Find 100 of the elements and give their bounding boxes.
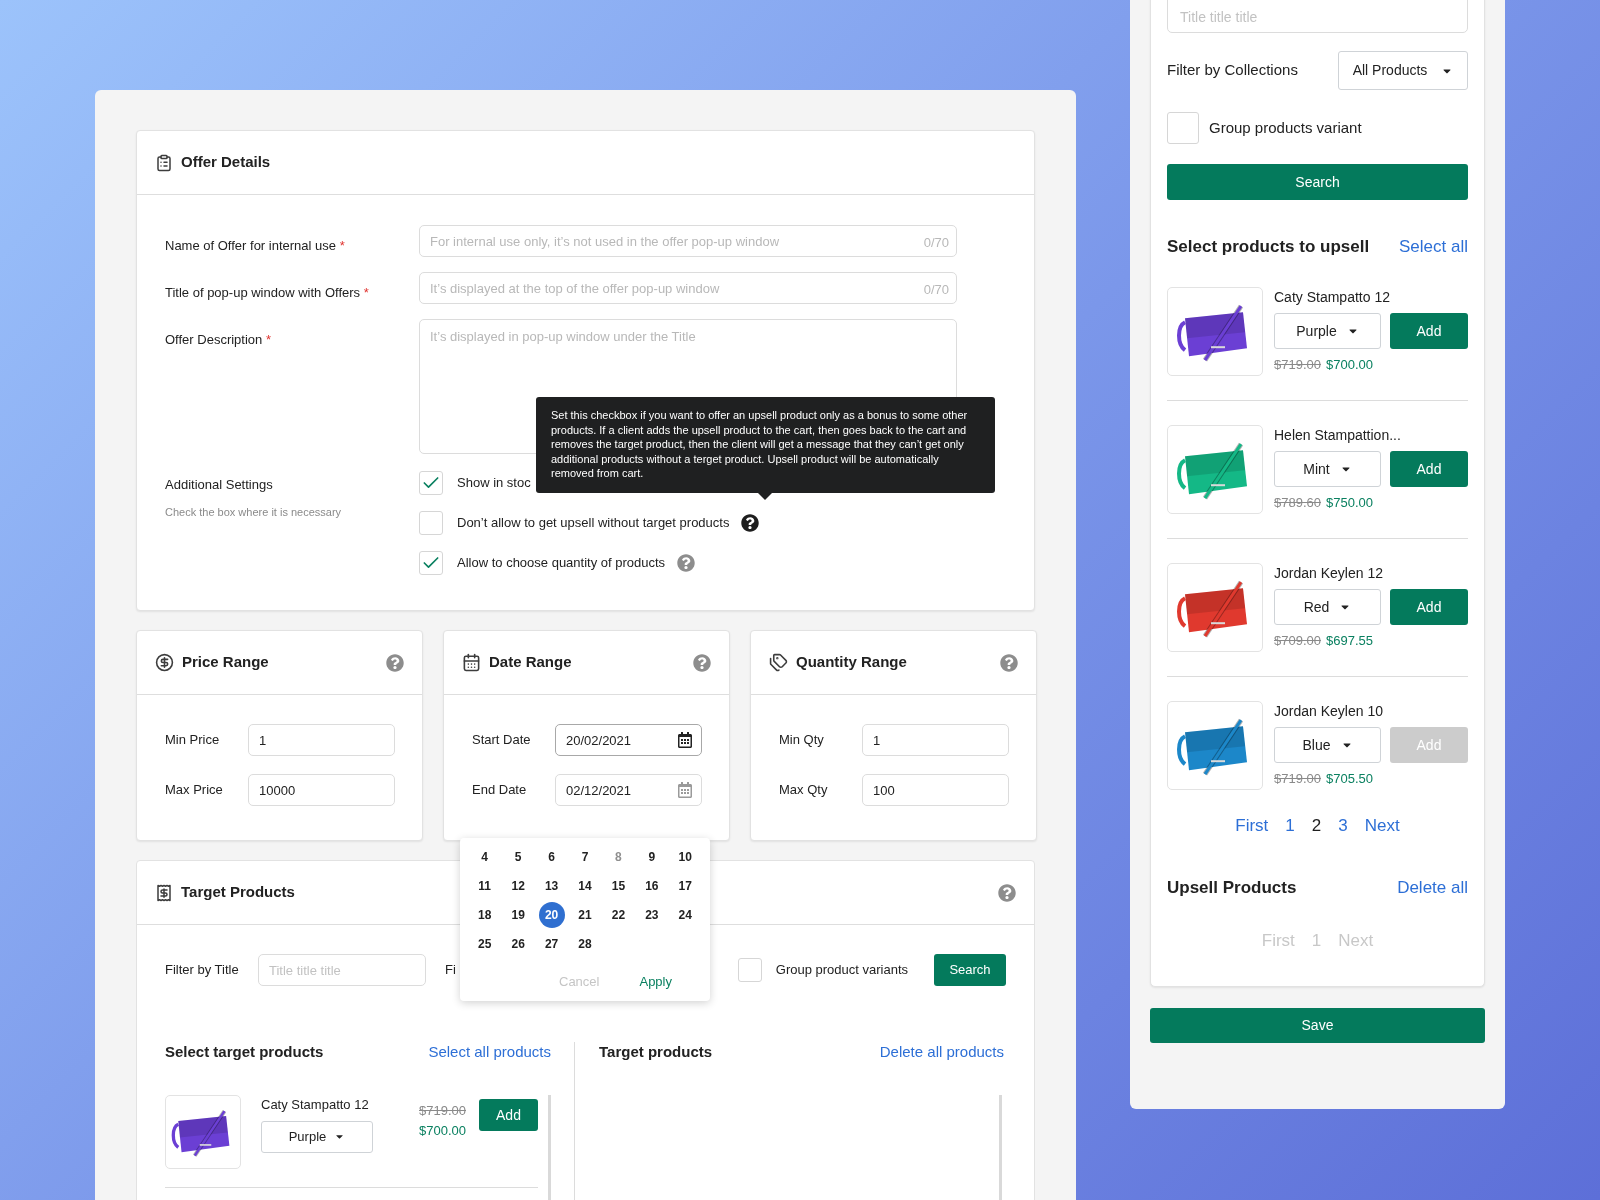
calendar-icon (462, 653, 481, 672)
page-link[interactable]: 2 (1311, 813, 1322, 839)
receipt-icon (155, 883, 173, 902)
price: $700.00 (1326, 356, 1373, 374)
calendar-day[interactable]: 16 (645, 876, 659, 895)
number-input[interactable]: 1 (248, 724, 395, 756)
picker-button[interactable]: Apply (639, 972, 672, 992)
hint-text: Check the box where it is necessary (165, 504, 343, 520)
select-all-link[interactable]: Select all (1399, 234, 1468, 260)
calendar-day[interactable]: 19 (511, 905, 525, 924)
checkbox[interactable] (419, 471, 443, 495)
card-title: Date Range (489, 652, 573, 673)
clipboard-icon (155, 153, 173, 172)
calendar-day[interactable]: 15 (611, 876, 626, 895)
field-label: Fi (445, 961, 456, 980)
add-button[interactable]: Add (1390, 451, 1468, 487)
calendar-day[interactable]: 10 (678, 847, 692, 866)
option-label: Show in stoc (457, 474, 531, 493)
checkbox-label: Group products variant (1209, 117, 1362, 138)
old-price: $719.00 (419, 1102, 466, 1120)
first-page-link[interactable]: First (1235, 813, 1269, 839)
card-title: Quantity Range (796, 652, 908, 673)
price: $700.00 (419, 1121, 466, 1140)
list-title: Select target products (165, 1041, 324, 1062)
checkbox[interactable] (419, 551, 443, 575)
option-label: Don’t allow to get upsell without target products (457, 514, 730, 533)
calendar-day[interactable]: 9 (648, 847, 656, 866)
search-button[interactable]: Search (934, 954, 1006, 986)
calendar-icon[interactable] (677, 732, 693, 748)
next-page-link[interactable]: Next (1364, 813, 1400, 839)
calendar-day[interactable]: 11 (478, 876, 492, 895)
card-title: Price Range (182, 652, 270, 673)
calendar-day[interactable]: 6 (548, 847, 555, 866)
date-input[interactable]: 20/02/2021 (555, 724, 702, 756)
search-button[interactable]: Search (1167, 164, 1468, 200)
variant-dropdown[interactable]: Mint (1274, 451, 1381, 487)
calendar-day[interactable]: 7 (581, 847, 589, 866)
dollar-icon (155, 653, 174, 672)
product-name: Jordan Keylen 10 (1274, 702, 1384, 721)
number-input[interactable]: 1 (862, 724, 1009, 756)
calendar-day[interactable]: 20 (538, 901, 565, 928)
calendar-day[interactable]: 22 (611, 905, 626, 924)
save-button[interactable]: Save (1150, 1008, 1485, 1043)
variant-dropdown[interactable]: Purple (261, 1120, 373, 1153)
calendar-day[interactable]: 28 (578, 934, 592, 953)
card-title: Offer Details (181, 152, 271, 173)
calendar-day[interactable]: 18 (478, 905, 492, 924)
product-name: Caty Stampatto 12 (261, 1096, 370, 1114)
field-label: Min Qty (779, 731, 825, 750)
option-label: Allow to choose quantity of products (457, 554, 666, 573)
calendar-day[interactable]: 17 (678, 876, 692, 895)
field-label: Offer Description * (165, 332, 271, 347)
calendar-day[interactable]: 23 (645, 905, 659, 924)
help-icon[interactable] (741, 514, 760, 532)
calendar-day[interactable]: 12 (511, 876, 525, 895)
checkbox-label: Group product variants (775, 961, 908, 980)
collection-dropdown[interactable]: All Products (1338, 51, 1468, 90)
field-label: Name of Offer for internal use * (165, 238, 345, 253)
calendar-day[interactable]: 14 (578, 876, 592, 895)
product-name: Caty Stampatto 12 (1274, 288, 1391, 307)
field-label: Min Price (165, 731, 221, 750)
add-button[interactable]: Add (1390, 589, 1468, 625)
field-label: End Date (472, 781, 528, 800)
character-counter: 0/70 (923, 234, 949, 252)
page-link[interactable]: 1 (1285, 813, 1295, 839)
list-title: Upsell Products (1167, 877, 1297, 900)
number-input[interactable]: 100 (862, 774, 1009, 806)
calendar-day[interactable]: 4 (481, 847, 489, 866)
section-label: Additional Settings (165, 476, 274, 494)
title-filter-field[interactable]: Title title title (258, 954, 426, 986)
checkbox[interactable] (1167, 112, 1199, 144)
add-button[interactable]: Add (1390, 313, 1468, 349)
calendar-day[interactable]: 24 (678, 905, 692, 924)
number-input[interactable]: 10000 (248, 774, 395, 806)
old-price: $709.00 (1274, 632, 1321, 650)
variant-dropdown[interactable]: Purple (1274, 313, 1381, 349)
calendar-day[interactable]: 25 (478, 934, 492, 953)
product-name: Helen Stampattion... (1274, 426, 1402, 445)
variant-dropdown[interactable]: Red (1274, 589, 1381, 625)
list-title: Select products to upsell (1167, 236, 1370, 259)
calendar-day[interactable]: 21 (578, 905, 592, 924)
checkbox[interactable] (737, 958, 762, 982)
old-price: $789.60 (1274, 494, 1321, 512)
select-all-link[interactable]: Select all products (428, 1040, 551, 1064)
delete-all-link[interactable]: Delete all products (879, 1040, 1004, 1064)
date-input[interactable]: 02/12/2021 (555, 774, 702, 806)
calendar-day[interactable]: 27 (544, 934, 559, 953)
page-link[interactable]: 3 (1338, 813, 1348, 839)
title-filter-field[interactable]: Title title title (1167, 0, 1468, 33)
checkbox[interactable] (419, 511, 443, 535)
calendar-day[interactable]: 26 (511, 934, 525, 953)
calendar-day[interactable]: 5 (514, 847, 522, 866)
calendar-day[interactable]: 13 (544, 876, 559, 895)
field-label: Filter by Title (165, 961, 240, 980)
old-price: $719.00 (1274, 356, 1321, 374)
add-button[interactable]: Add (479, 1099, 538, 1131)
delete-all-link[interactable]: Delete all (1397, 875, 1468, 901)
product-name: Jordan Keylen 12 (1274, 564, 1384, 583)
field-label: Max Qty (779, 781, 829, 800)
character-counter: 0/70 (923, 281, 949, 299)
